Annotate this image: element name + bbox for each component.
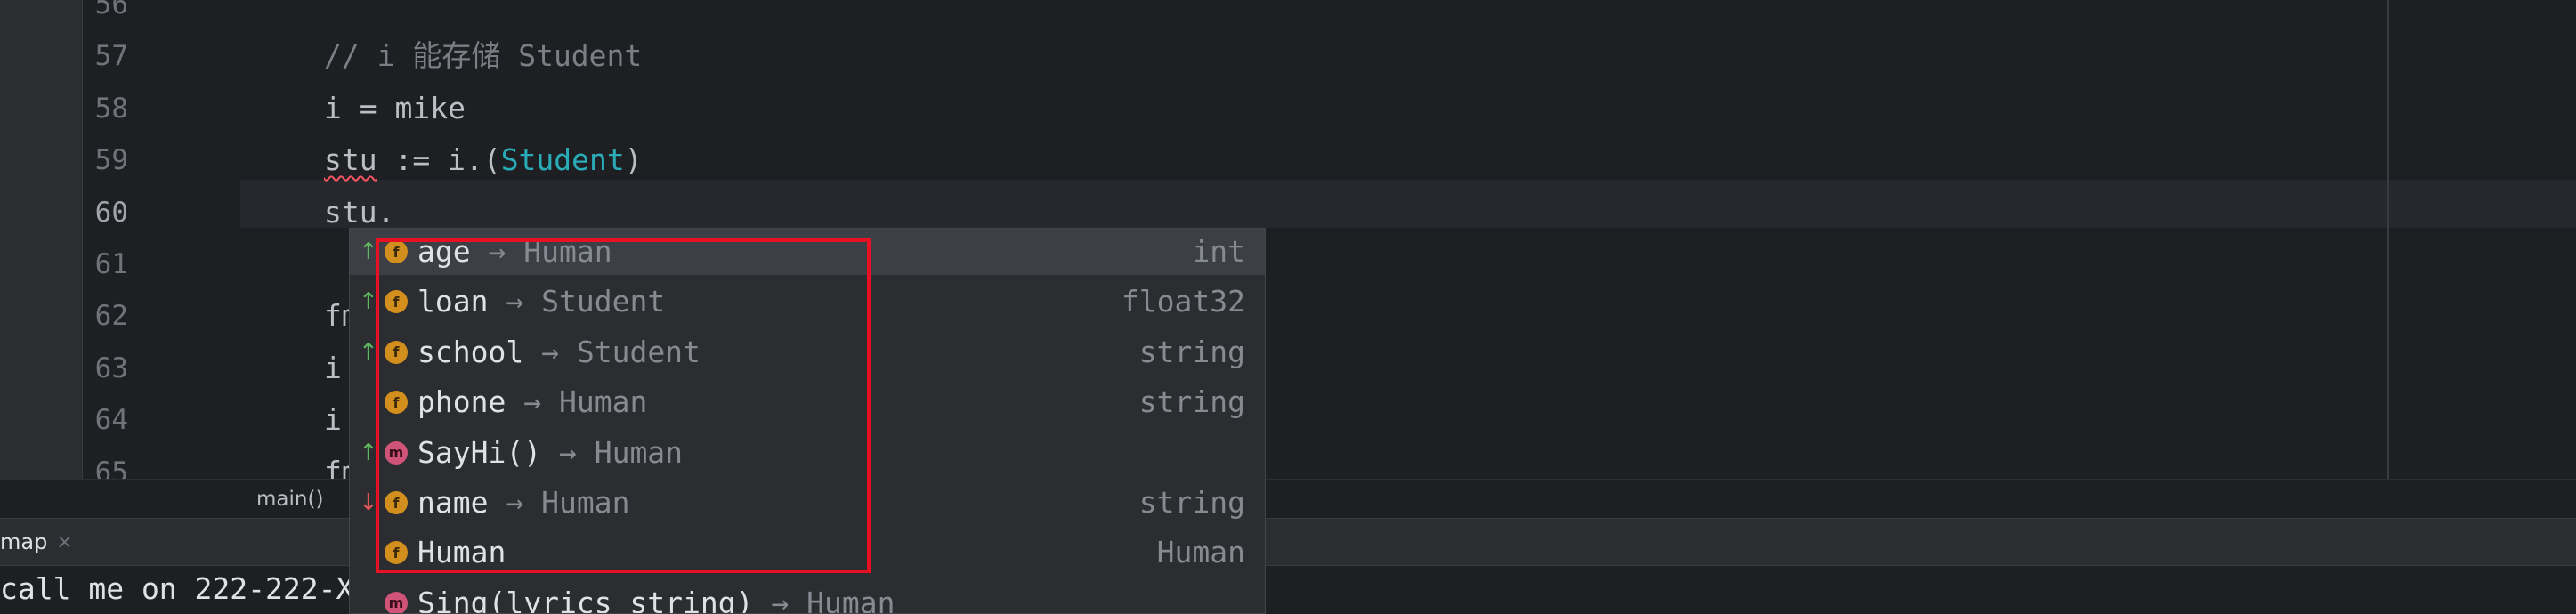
- arrow-up-icon: ↑: [359, 238, 378, 265]
- completion-name: loan → Student: [417, 279, 665, 325]
- error-token: stu: [324, 142, 377, 178]
- completion-name: Sing(lyrics string) → Human: [417, 580, 895, 614]
- owner-type-name: Human: [523, 234, 612, 269]
- result-type: string: [1138, 384, 1245, 420]
- result-type: int: [1192, 234, 1245, 269]
- owner-type: → Human: [541, 435, 683, 470]
- completion-item[interactable]: m Sing(lyrics string) → Human: [350, 580, 1265, 614]
- completion-item[interactable]: f phone → Human string: [350, 379, 1265, 425]
- result-type: string: [1138, 485, 1245, 520]
- completion-item[interactable]: ↓ f name → Human string: [350, 480, 1265, 526]
- arrow-up-icon: ↑: [359, 288, 378, 316]
- completion-name: age → Human: [417, 229, 612, 275]
- console-output: call me on 222-222-XXX: [0, 571, 390, 606]
- code-text: // i 能存储 Student: [324, 30, 642, 82]
- field-icon: f: [385, 491, 408, 514]
- run-tab-label: map: [0, 529, 48, 554]
- line-number: 62: [94, 300, 128, 333]
- completion-name: phone → Human: [417, 379, 647, 425]
- field-icon: f: [385, 340, 408, 364]
- arrow-up-icon: ↑: [359, 439, 378, 466]
- owner-type: → Human: [471, 234, 612, 269]
- completion-item[interactable]: f Human Human: [350, 529, 1265, 576]
- arrow-up-icon: ↑: [359, 338, 378, 366]
- type-token: Student: [500, 142, 625, 178]
- code-text: i = mike: [324, 83, 466, 134]
- member-name: Human: [417, 535, 506, 570]
- member-name: phone: [417, 384, 506, 420]
- owner-type: → Human: [754, 585, 895, 614]
- member-name: Sing(lyrics string): [417, 585, 754, 614]
- completion-name: SayHi() → Human: [417, 430, 683, 476]
- owner-type: → Student: [523, 335, 701, 369]
- code-token: := i.(: [377, 142, 501, 178]
- run-tab-map[interactable]: map ×: [0, 519, 85, 565]
- arrow-right-icon: →: [771, 585, 790, 614]
- arrow-right-icon: →: [506, 485, 524, 520]
- arrow-right-icon: →: [558, 434, 577, 470]
- code-token: i = mike: [324, 90, 466, 125]
- member-name: school: [417, 334, 524, 369]
- completion-popup[interactable]: ↑ f age → Human int ↑ f loan → Student float32 ↑…: [349, 228, 1266, 614]
- code-token: stu.: [324, 194, 395, 230]
- line-number: 63: [94, 351, 128, 384]
- result-type: Human: [1156, 535, 1245, 570]
- result-type: float32: [1121, 284, 1245, 319]
- code-line[interactable]: 56: [0, 0, 2576, 30]
- comment-token: // i 能存储 Student: [324, 38, 643, 74]
- field-icon: f: [385, 240, 408, 263]
- code-token: ): [624, 142, 643, 178]
- member-name: loan: [417, 284, 489, 319]
- arrow-right-icon: →: [506, 284, 524, 319]
- code-line[interactable]: 58 i = mike: [0, 83, 2576, 134]
- line-number: 60: [94, 196, 128, 229]
- close-icon[interactable]: ×: [56, 531, 72, 553]
- owner-type-name: Student: [541, 284, 666, 319]
- arrow-down-icon: ↓: [359, 489, 378, 516]
- field-icon: f: [385, 391, 408, 415]
- completion-name: Human: [417, 529, 506, 576]
- owner-type: → Human: [488, 485, 629, 520]
- owner-type-name: Human: [541, 485, 630, 520]
- breadcrumb-function[interactable]: main(): [256, 480, 323, 519]
- method-icon: m: [385, 591, 408, 613]
- method-icon: m: [385, 440, 408, 465]
- code-line[interactable]: 57 // i 能存储 Student: [0, 30, 2576, 82]
- completion-name: school → Student: [417, 329, 701, 376]
- completion-item[interactable]: ↑ m SayHi() → Human: [350, 430, 1265, 476]
- field-icon: f: [385, 290, 408, 314]
- owner-type: → Student: [488, 284, 665, 319]
- code-token: i: [324, 402, 342, 438]
- member-name: SayHi(): [417, 434, 542, 470]
- owner-type-name: Human: [806, 585, 895, 614]
- completion-item[interactable]: ↑ f loan → Student float32: [350, 279, 1265, 325]
- line-number: 61: [94, 248, 128, 280]
- line-number: 58: [94, 92, 128, 125]
- completion-name: name → Human: [417, 480, 629, 526]
- completion-item[interactable]: ↑ f age → Human int: [350, 229, 1265, 275]
- owner-type-name: Student: [576, 334, 701, 369]
- owner-type: → Human: [506, 384, 647, 419]
- arrow-right-icon: →: [541, 334, 559, 369]
- code-text: i: [324, 394, 342, 446]
- line-number: 56: [94, 0, 128, 20]
- completion-item[interactable]: ↑ f school → Student string: [350, 329, 1265, 376]
- arrow-right-icon: →: [523, 384, 542, 420]
- result-type: string: [1138, 334, 1245, 369]
- code-text: stu := i.(Student): [324, 134, 643, 186]
- line-number: 64: [94, 404, 128, 437]
- owner-type-name: Human: [594, 434, 684, 470]
- code-line[interactable]: 59 stu := i.(Student): [0, 134, 2576, 186]
- owner-type-name: Human: [558, 384, 648, 420]
- arrow-right-icon: →: [488, 234, 506, 269]
- line-number: 59: [94, 144, 128, 177]
- member-name: name: [417, 485, 489, 520]
- line-number: 57: [94, 40, 128, 73]
- field-icon: f: [385, 541, 408, 565]
- member-name: age: [417, 234, 471, 269]
